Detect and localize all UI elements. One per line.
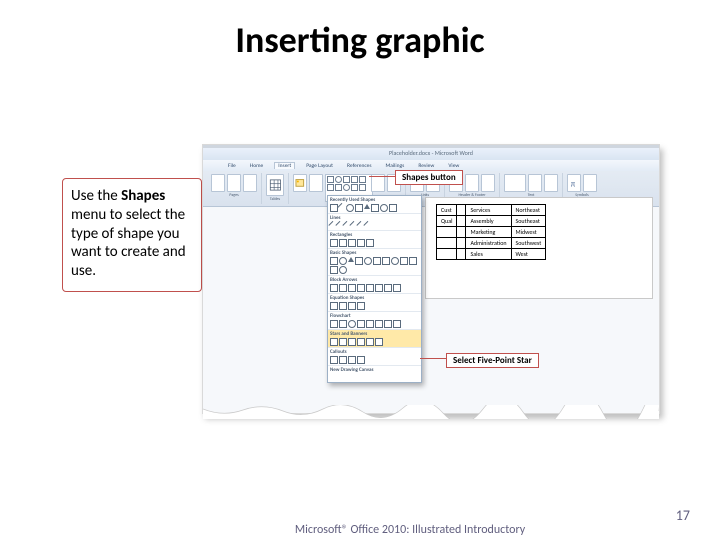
group-pages: Pages [207,173,262,204]
symbol-icon[interactable] [583,174,597,192]
footer-icon[interactable] [465,174,479,192]
dropcap-icon[interactable] [544,174,558,192]
stars-and-banners-section[interactable]: Stars and Banners [328,330,421,348]
group-tables: Tables [262,173,289,204]
select-star-label: Select Five-Point Star [446,353,539,368]
torn-edge-decoration [203,405,659,419]
picture-icon[interactable] [293,174,307,192]
table-row: QualAssemblySoutheast [437,216,546,227]
table-row: AdministrationSouthwest [437,238,546,249]
tab-review[interactable]: Review [415,163,437,169]
shapes-callout-connector [369,176,395,177]
new-drawing-canvas-item[interactable]: New Drawing Canvas [330,367,419,373]
tab-insert[interactable]: Insert [274,162,295,169]
screenshot-figure: Placeholder.docx - Microsoft Word File H… [202,144,660,414]
clipart-icon[interactable] [309,174,323,192]
tab-mailings[interactable]: Mailings [383,163,408,169]
callout-text-bold: Shapes [121,187,165,205]
document-table: CustServicesNortheast QualAssemblySouthe… [436,204,546,260]
page-number: 17 [676,507,690,524]
svg-text:π: π [571,180,576,189]
page-break-icon[interactable] [243,174,257,192]
instruction-callout: Use the Shapes menu to select the type o… [62,178,202,292]
tab-page-layout[interactable]: Page Layout [303,163,336,169]
tab-references[interactable]: References [344,163,375,169]
window-title-text: Placeholder.docx - Microsoft Word [203,149,659,157]
callout-text-prefix: Use the [71,187,121,205]
slide-title: Inserting graphic [0,18,720,62]
tab-view[interactable]: View [445,163,462,169]
tab-file[interactable]: File [225,163,239,169]
page-number-icon[interactable] [481,174,495,192]
footer-text: Microsoft® Office 2010: Illustrated Intr… [280,524,540,538]
equation-icon[interactable]: π [567,174,581,192]
callout-text-suffix: menu to select the type of shape you wan… [71,206,186,280]
table-row: CustServicesNortheast [437,205,546,216]
shapes-dropdown[interactable]: Recently Used Shapes Lines Rectangles Ba… [327,195,422,383]
document-area: CustServicesNortheast QualAssemblySouthe… [425,197,653,299]
table-icon[interactable] [266,174,284,196]
table-row: MarketingMidwest [437,227,546,238]
textbox-icon[interactable] [504,174,526,192]
table-row: SalesWest [437,249,546,260]
star-callout-connector [420,358,446,359]
tab-home[interactable]: Home [247,163,266,169]
cover-page-icon[interactable] [211,174,225,192]
shapes-button-label: Shapes button [395,170,463,185]
wordart-icon[interactable] [528,174,542,192]
blank-page-icon[interactable] [227,174,241,192]
